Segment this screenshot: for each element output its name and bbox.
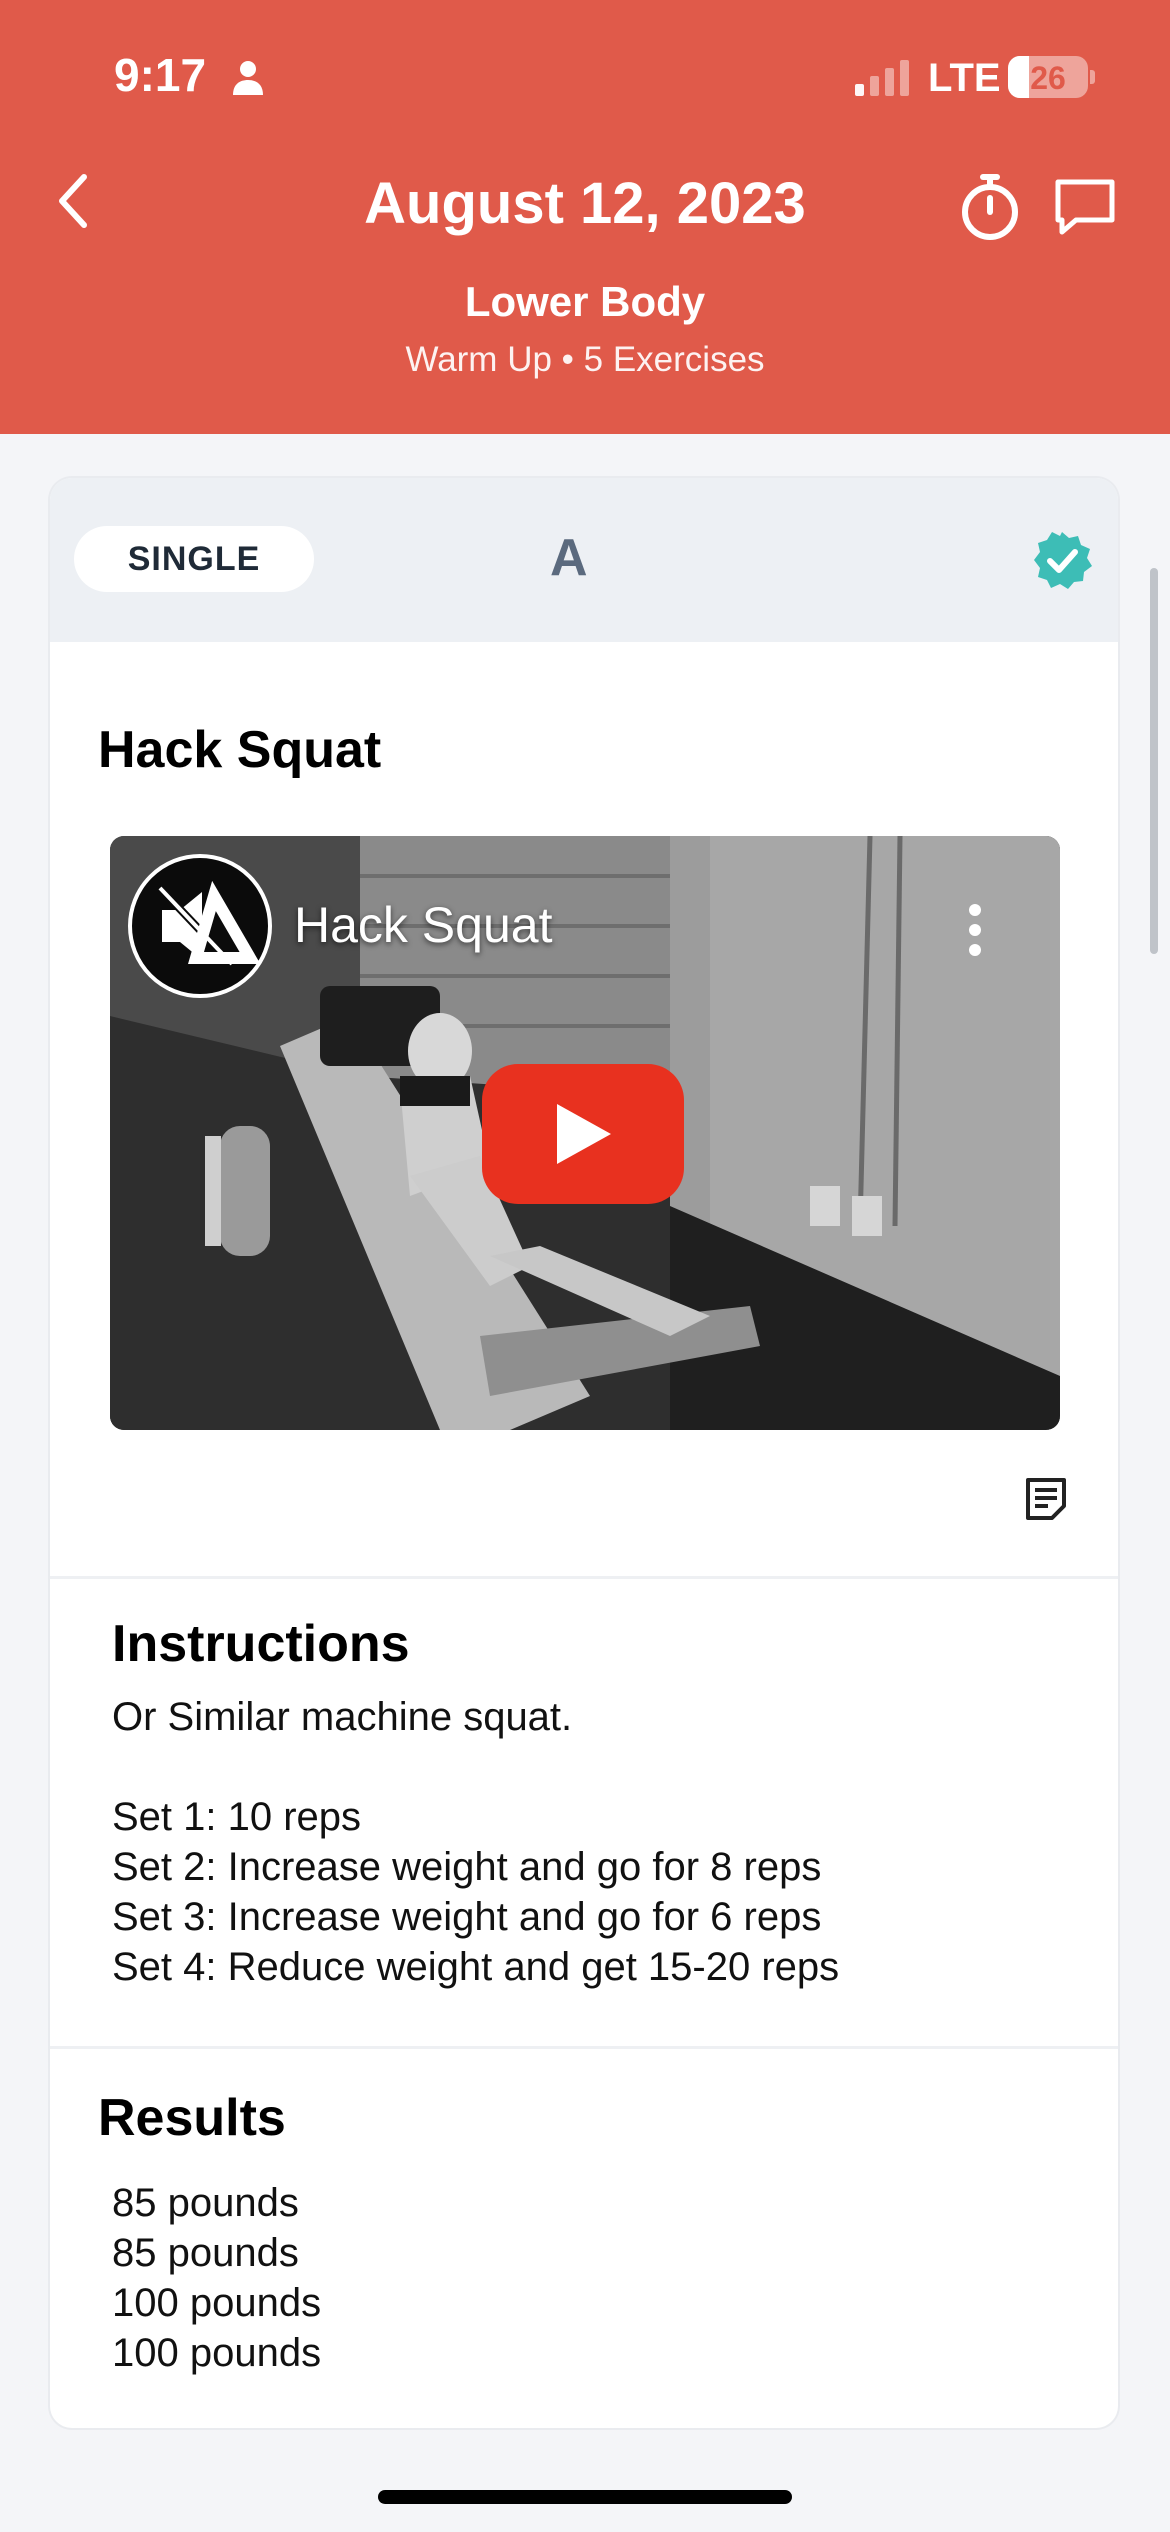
scrollbar[interactable] xyxy=(1150,568,1158,954)
exercise-card: SINGLE A Hack Squat Hack Squat Instructi… xyxy=(50,478,1118,2428)
instructions-text: Or Similar machine squat. Set 1: 10 reps… xyxy=(112,1692,839,1992)
video-title: Hack Squat xyxy=(294,897,553,953)
instruction-spacer xyxy=(112,1742,839,1792)
signal-strength-icon xyxy=(855,58,909,96)
exercise-type-pill: SINGLE xyxy=(74,526,314,592)
status-time: 9:17 xyxy=(114,49,207,101)
network-type: LTE xyxy=(928,56,1001,100)
check-badge-icon[interactable] xyxy=(1032,530,1092,590)
workout-name: Lower Body xyxy=(464,278,706,325)
exercise-title: Hack Squat xyxy=(98,721,382,779)
results-list: 85 pounds 85 pounds 100 pounds 100 pound… xyxy=(112,2178,321,2378)
battery-nub xyxy=(1090,70,1095,84)
instruction-line: Set 3: Increase weight and go for 6 reps xyxy=(112,1895,822,1939)
battery-level: 26 xyxy=(1030,60,1066,96)
channel-avatar[interactable] xyxy=(128,854,272,998)
more-vertical-icon[interactable] xyxy=(960,900,990,960)
instruction-line: Or Similar machine squat. xyxy=(112,1695,573,1739)
notes-icon[interactable] xyxy=(1024,1476,1068,1522)
muted-speaker-icon xyxy=(157,880,261,967)
instruction-line: Set 2: Increase weight and go for 8 reps xyxy=(112,1845,822,1889)
chat-bubble-icon[interactable] xyxy=(1052,176,1118,238)
instruction-line: Set 4: Reduce weight and get 15-20 reps xyxy=(112,1945,840,1989)
stopwatch-icon[interactable] xyxy=(958,172,1022,242)
section-divider xyxy=(50,1576,1118,1579)
play-icon xyxy=(557,1104,611,1164)
section-divider xyxy=(50,2046,1118,2049)
home-indicator[interactable] xyxy=(378,2490,792,2504)
group-letter: A xyxy=(550,529,588,587)
play-button[interactable] xyxy=(482,1064,684,1204)
instructions-title: Instructions xyxy=(112,1615,410,1673)
result-line: 100 pounds xyxy=(112,2331,322,2375)
person-icon xyxy=(233,61,263,95)
card-header: SINGLE A xyxy=(50,478,1118,642)
battery-icon: 26 xyxy=(1008,56,1088,98)
result-line: 85 pounds xyxy=(112,2181,299,2225)
result-line: 100 pounds xyxy=(112,2281,322,2325)
workout-header: 9:17 LTE 26 August 12, 2023 Lower Body W… xyxy=(0,0,1170,434)
workout-info: Warm Up • 5 Exercises xyxy=(405,340,765,379)
result-line: 85 pounds xyxy=(112,2231,299,2275)
results-title: Results xyxy=(98,2089,286,2147)
video-player[interactable]: Hack Squat xyxy=(110,836,1060,1430)
instruction-line: Set 1: 10 reps xyxy=(112,1795,362,1839)
